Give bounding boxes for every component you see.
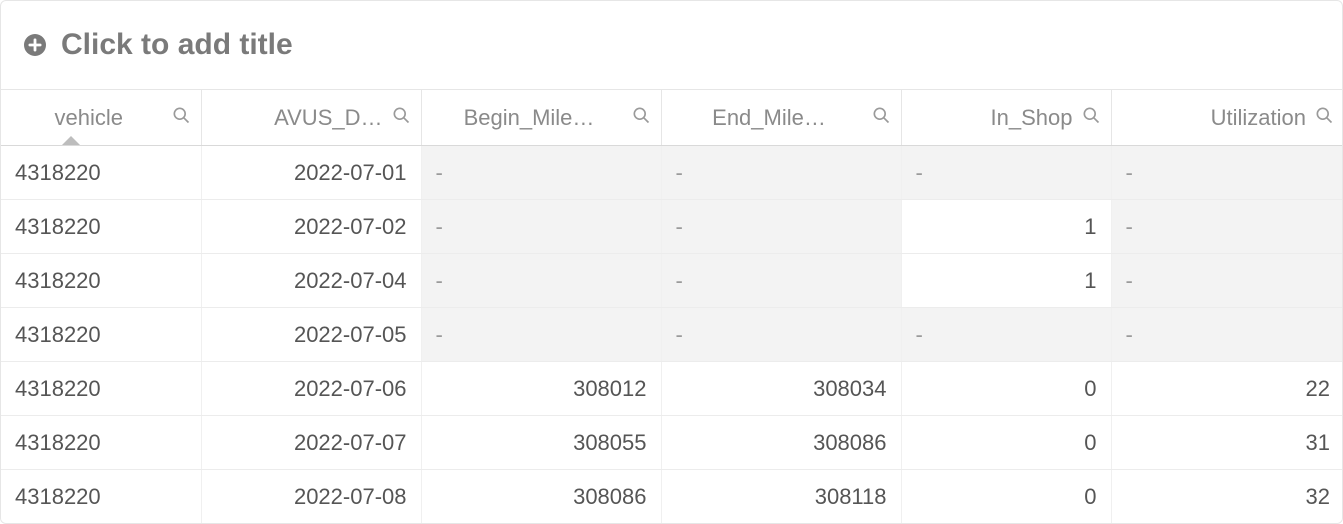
- cell-date[interactable]: 2022-07-08: [201, 470, 421, 524]
- search-icon[interactable]: [871, 105, 891, 131]
- title-placeholder: Click to add title: [61, 28, 293, 62]
- cell-date[interactable]: 2022-07-04: [201, 254, 421, 308]
- cell-end[interactable]: -: [661, 308, 901, 362]
- cell-begin[interactable]: 308086: [421, 470, 661, 524]
- cell-vehicle[interactable]: 4318220: [1, 416, 201, 470]
- cell-date[interactable]: 2022-07-05: [201, 308, 421, 362]
- table-row[interactable]: 43182202022-07-02--1-: [1, 200, 1343, 254]
- plus-circle-icon: [23, 33, 47, 57]
- cell-end[interactable]: -: [661, 254, 901, 308]
- cell-date[interactable]: 2022-07-02: [201, 200, 421, 254]
- column-header[interactable]: AVUS_D…: [201, 90, 421, 146]
- column-header[interactable]: End_Mile…: [661, 90, 901, 146]
- cell-begin[interactable]: -: [421, 254, 661, 308]
- search-icon[interactable]: [171, 105, 191, 131]
- cell-end[interactable]: 308086: [661, 416, 901, 470]
- cell-vehicle[interactable]: 4318220: [1, 362, 201, 416]
- column-header-label: Utilization: [1126, 105, 1307, 131]
- column-header-label: vehicle: [15, 105, 163, 131]
- cell-in_shop[interactable]: 0: [901, 470, 1111, 524]
- cell-in_shop[interactable]: 1: [901, 254, 1111, 308]
- table-row[interactable]: 43182202022-07-07308055308086031: [1, 416, 1343, 470]
- cell-end[interactable]: 308034: [661, 362, 901, 416]
- cell-begin[interactable]: 308012: [421, 362, 661, 416]
- report-panel: Click to add title vehicle AVUS_D… Begin_M…: [0, 0, 1343, 524]
- cell-vehicle[interactable]: 4318220: [1, 200, 201, 254]
- table-row[interactable]: 43182202022-07-08308086308118032: [1, 470, 1343, 524]
- cell-vehicle[interactable]: 4318220: [1, 470, 201, 524]
- cell-begin[interactable]: -: [421, 200, 661, 254]
- cell-date[interactable]: 2022-07-07: [201, 416, 421, 470]
- cell-in_shop[interactable]: 1: [901, 200, 1111, 254]
- search-icon[interactable]: [631, 105, 651, 131]
- cell-begin[interactable]: -: [421, 308, 661, 362]
- title-area[interactable]: Click to add title: [1, 1, 1342, 89]
- cell-util[interactable]: 22: [1111, 362, 1343, 416]
- table-row[interactable]: 43182202022-07-01----: [1, 146, 1343, 200]
- column-header-label: In_Shop: [916, 105, 1073, 131]
- cell-date[interactable]: 2022-07-06: [201, 362, 421, 416]
- cell-util[interactable]: -: [1111, 200, 1343, 254]
- table-row[interactable]: 43182202022-07-05----: [1, 308, 1343, 362]
- cell-util[interactable]: -: [1111, 254, 1343, 308]
- cell-in_shop[interactable]: 0: [901, 416, 1111, 470]
- cell-in_shop[interactable]: -: [901, 308, 1111, 362]
- cell-vehicle[interactable]: 4318220: [1, 308, 201, 362]
- cell-in_shop[interactable]: 0: [901, 362, 1111, 416]
- column-header[interactable]: In_Shop: [901, 90, 1111, 146]
- cell-end[interactable]: -: [661, 146, 901, 200]
- search-icon[interactable]: [391, 105, 411, 131]
- column-header-label: Begin_Mile…: [436, 105, 623, 131]
- cell-end[interactable]: -: [661, 200, 901, 254]
- column-header[interactable]: Utilization: [1111, 90, 1343, 146]
- cell-begin[interactable]: -: [421, 146, 661, 200]
- cell-date[interactable]: 2022-07-01: [201, 146, 421, 200]
- cell-begin[interactable]: 308055: [421, 416, 661, 470]
- column-header-label: AVUS_D…: [216, 105, 383, 131]
- column-header[interactable]: vehicle: [1, 90, 201, 146]
- cell-util[interactable]: -: [1111, 308, 1343, 362]
- cell-in_shop[interactable]: -: [901, 146, 1111, 200]
- cell-util[interactable]: 31: [1111, 416, 1343, 470]
- sort-indicator-asc-icon: [61, 136, 81, 146]
- data-table: vehicle AVUS_D… Begin_Mile… End_Mile… In_Sho…: [1, 89, 1342, 524]
- cell-vehicle[interactable]: 4318220: [1, 146, 201, 200]
- cell-util[interactable]: -: [1111, 146, 1343, 200]
- column-header[interactable]: Begin_Mile…: [421, 90, 661, 146]
- search-icon[interactable]: [1314, 105, 1334, 131]
- cell-vehicle[interactable]: 4318220: [1, 254, 201, 308]
- cell-util[interactable]: 32: [1111, 470, 1343, 524]
- column-header-label: End_Mile…: [676, 105, 863, 131]
- search-icon[interactable]: [1081, 105, 1101, 131]
- table-row[interactable]: 43182202022-07-04--1-: [1, 254, 1343, 308]
- cell-end[interactable]: 308118: [661, 470, 901, 524]
- table-row[interactable]: 43182202022-07-06308012308034022: [1, 362, 1343, 416]
